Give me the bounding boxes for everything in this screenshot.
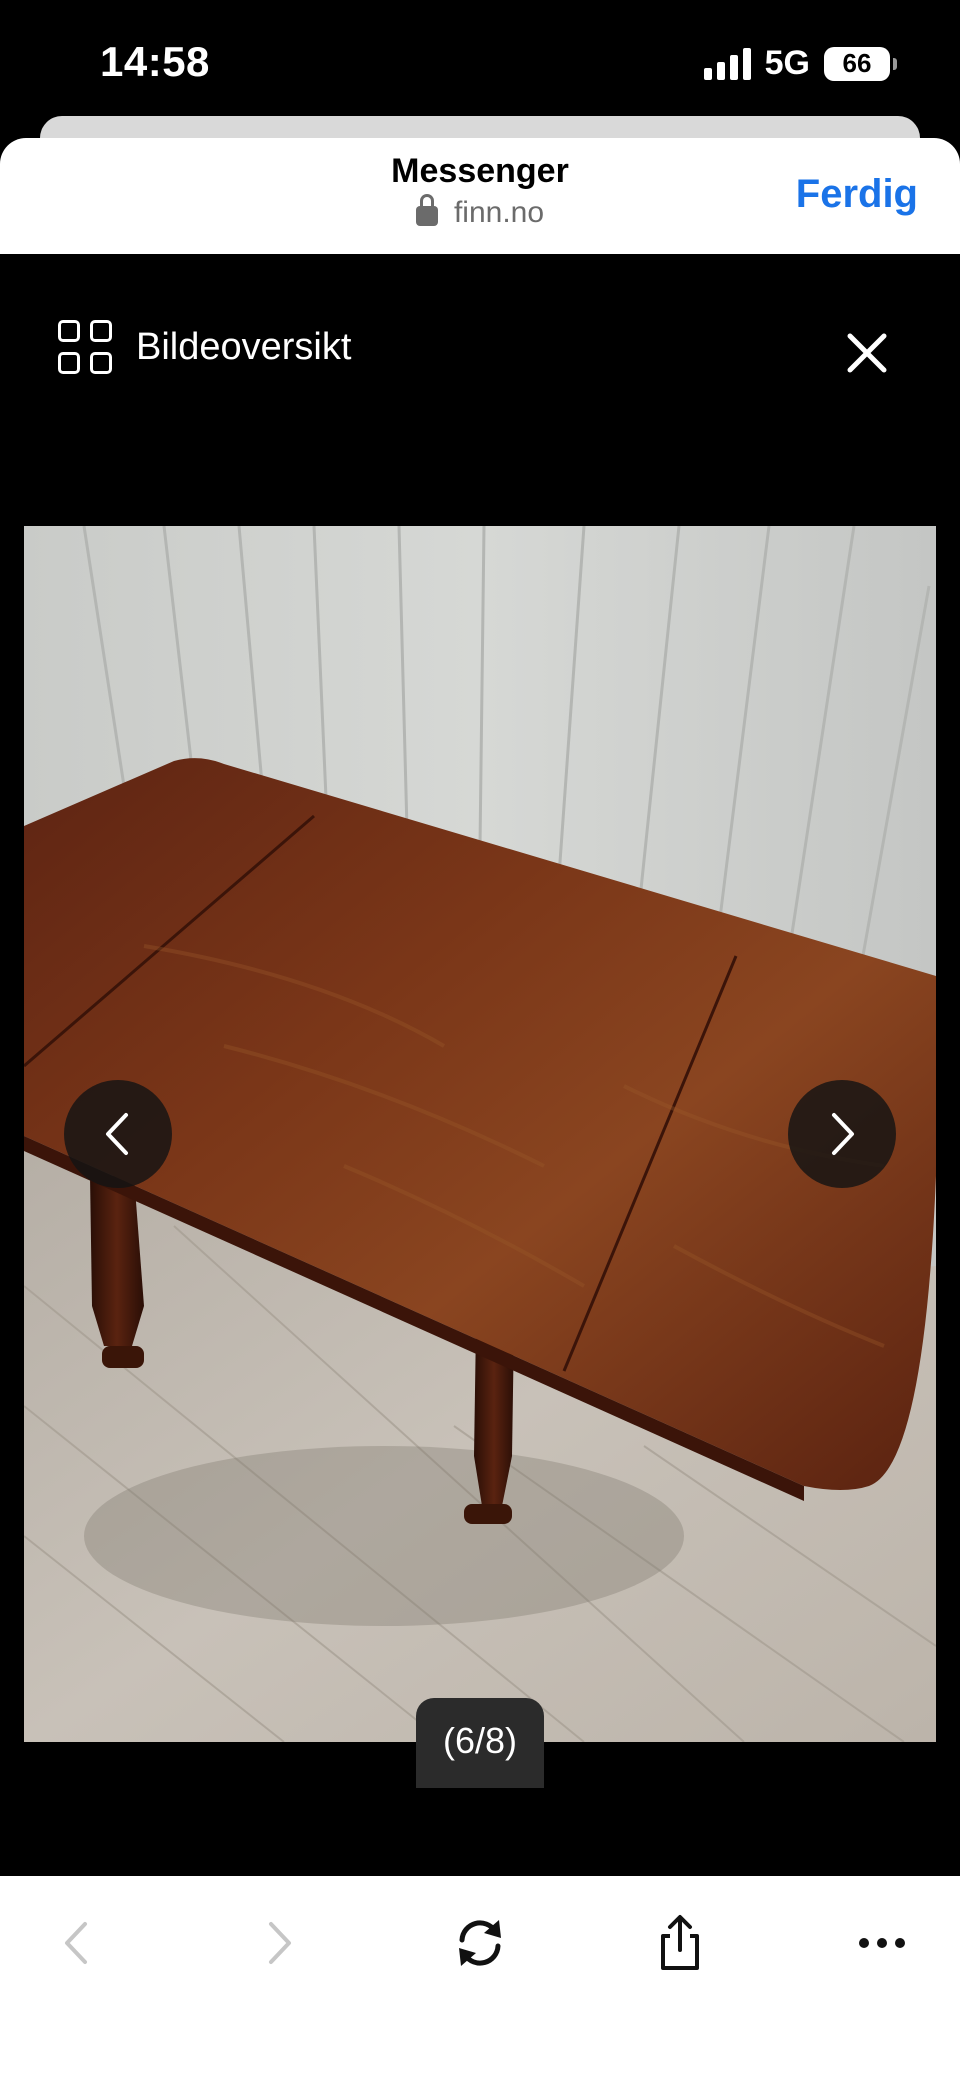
viewer-header: Bildeoversikt bbox=[0, 254, 960, 524]
battery-level: 66 bbox=[842, 48, 872, 78]
status-bar: 14:58 5G 66 bbox=[0, 0, 960, 120]
more-button[interactable] bbox=[842, 1898, 922, 1988]
share-button[interactable] bbox=[640, 1898, 720, 1988]
image-overview-button[interactable]: Bildeoversikt bbox=[58, 320, 351, 374]
more-icon bbox=[859, 1938, 905, 1948]
chevron-right-icon bbox=[832, 1113, 854, 1155]
lock-icon bbox=[415, 194, 438, 228]
previous-image-button[interactable] bbox=[64, 1080, 172, 1188]
done-button[interactable]: Ferdig bbox=[796, 172, 918, 217]
grid-icon bbox=[58, 320, 112, 374]
back-button[interactable] bbox=[36, 1898, 116, 1988]
forward-button[interactable] bbox=[240, 1898, 320, 1988]
status-time: 14:58 bbox=[100, 38, 210, 85]
signal-icon bbox=[703, 47, 751, 80]
next-image-button[interactable] bbox=[788, 1080, 896, 1188]
chevron-right-icon bbox=[269, 1922, 291, 1964]
close-icon[interactable] bbox=[844, 330, 890, 376]
screen: 14:58 5G 66 Messenger finn.no Ferdig Bil… bbox=[0, 0, 960, 2078]
reload-icon bbox=[459, 1920, 501, 1966]
browser-header: Messenger finn.no Ferdig bbox=[0, 138, 960, 254]
chevron-left-icon bbox=[65, 1922, 87, 1964]
image-overview-label: Bildeoversikt bbox=[136, 325, 352, 368]
chevron-left-icon bbox=[106, 1113, 128, 1155]
reload-button[interactable] bbox=[440, 1898, 520, 1988]
browser-toolbar bbox=[0, 1876, 960, 2078]
image-counter: (6/8) bbox=[416, 1698, 544, 1788]
battery-icon: 66 bbox=[824, 46, 897, 81]
network-type: 5G bbox=[764, 44, 810, 82]
url-text: finn.no bbox=[453, 196, 545, 229]
share-icon bbox=[661, 1915, 699, 1970]
status-indicators: 5G 66 bbox=[703, 44, 897, 83]
